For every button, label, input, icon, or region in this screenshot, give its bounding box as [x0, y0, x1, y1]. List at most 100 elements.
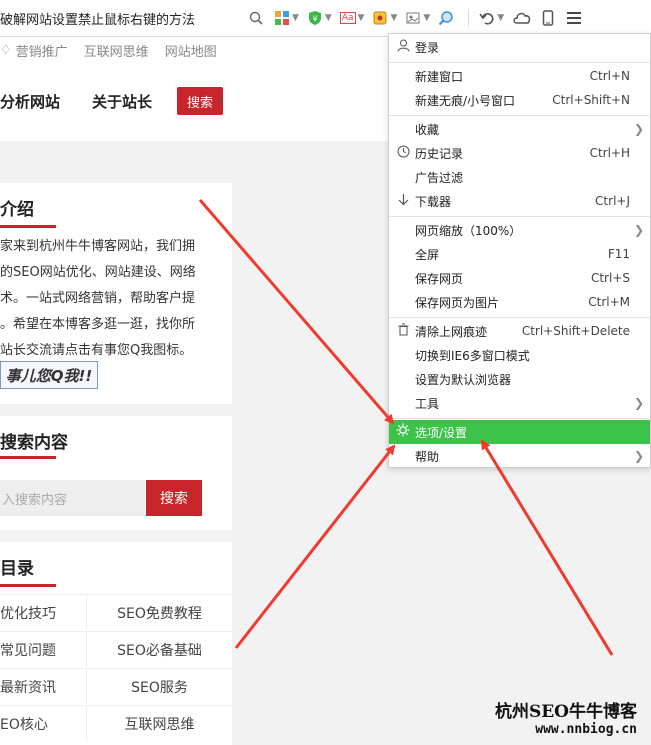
clock-icon [395, 145, 411, 162]
menu-icon[interactable] [566, 0, 582, 36]
nav-link[interactable]: 分析网站 [0, 91, 60, 112]
browser-main-menu: 登录 新建窗口 Ctrl+N 新建无痕/小号窗口 Ctrl+Shift+N 收藏… [388, 33, 651, 468]
phone-icon[interactable] [542, 0, 554, 36]
chevron-right-icon: ❯ [633, 396, 644, 410]
chevron-right-icon: ❯ [633, 122, 644, 136]
menu-item-save-page[interactable]: 保存网页 Ctrl+S [389, 266, 650, 290]
chevron-down-icon[interactable]: ▼ [358, 13, 365, 23]
menu-shortcut: Ctrl+M [588, 295, 630, 309]
menu-item-label: 新建窗口 [415, 69, 464, 84]
menu-item-label: 设置为默认浏览器 [415, 372, 512, 387]
annotation-arrow [480, 439, 614, 656]
nav-link[interactable]: 关于站长 [92, 91, 152, 112]
menu-shortcut: Ctrl+Shift+Delete [521, 324, 630, 338]
menu-item-tools[interactable]: 工具 ❯ [389, 391, 650, 415]
catalog-cell[interactable]: SEO免费教程 [87, 594, 232, 630]
menu-item-label: 清除上网痕迹 [415, 324, 488, 339]
menu-item-help[interactable]: 帮助 ❯ [389, 444, 650, 468]
menu-item-label: 工具 [415, 396, 440, 411]
chevron-down-icon[interactable]: ▼ [423, 13, 430, 23]
watermark: 杭州SEO牛牛博客 www.nnbiog.cn [495, 697, 637, 737]
chevron-down-icon[interactable]: ▼ [292, 13, 299, 23]
menu-item-label: 切换到IE6多窗口模式 [415, 348, 530, 363]
menu-divider [389, 115, 650, 116]
nav-search-button[interactable]: 搜索 [177, 87, 223, 115]
catalog-cell[interactable]: 互联网思维 [87, 705, 232, 741]
menu-item-label: 新建无痕/小号窗口 [415, 93, 516, 108]
menu-item-label: 下载器 [415, 194, 452, 209]
cloud-icon[interactable] [512, 0, 532, 36]
menu-item-history[interactable]: 历史记录 Ctrl+H [389, 141, 650, 165]
menu-item-favorites[interactable]: 收藏 ❯ [389, 117, 650, 141]
title-underline [0, 456, 56, 459]
chevron-down-icon[interactable]: ▼ [497, 13, 504, 23]
address-bar[interactable]: 破解网站设置禁止鼠标右键的方法 [0, 0, 246, 36]
menu-divider [389, 317, 650, 318]
search-card: 搜索内容 入搜索内容 搜索 [0, 416, 232, 530]
search-icon[interactable] [246, 0, 266, 36]
menu-item-label: 登录 [415, 40, 440, 55]
bookmark-item[interactable]: 互联网思维 [84, 41, 149, 60]
bookmark-item[interactable]: 营销推广 [16, 41, 68, 60]
menu-item-login[interactable]: 登录 [389, 35, 650, 59]
menu-shortcut: F11 [607, 247, 630, 261]
annotation-arrow [234, 444, 396, 649]
bookmark-item[interactable]: 网站地图 [165, 41, 217, 60]
menu-item-ad-filter[interactable]: 广告过滤 [389, 165, 650, 189]
bookmark-folder-icon: ♢ [0, 42, 12, 58]
search-button[interactable]: 搜索 [146, 480, 202, 516]
menu-shortcut: Ctrl+Shift+N [552, 93, 630, 107]
watermark-title: 杭州SEO牛牛博客 [494, 702, 637, 722]
menu-item-label: 历史记录 [415, 146, 464, 161]
menu-item-ie6-mode[interactable]: 切换到IE6多窗口模式 [389, 343, 650, 367]
chevron-down-icon[interactable]: ▼ [390, 13, 397, 23]
svg-text:¥: ¥ [312, 15, 317, 24]
menu-item-set-default-browser[interactable]: 设置为默认浏览器 [389, 367, 650, 391]
intro-line: 家来到杭州牛牛博客网站，我们拥 [0, 239, 196, 254]
shield-icon[interactable]: ¥ [307, 0, 323, 36]
intro-line: 。希望在本博客多逛一逛，找你所 [0, 317, 196, 332]
address-text: 破解网站设置禁止鼠标右键的方法 [0, 12, 196, 28]
browser-toolbar: 破解网站设置禁止鼠标右键的方法 ▼ ¥ ▼ Aa ▼ ▼ ▼ ▼ [0, 0, 651, 37]
screenshot-icon[interactable] [405, 0, 421, 36]
menu-item-options-settings[interactable]: 选项/设置 [389, 420, 650, 444]
catalog-cell[interactable]: EO核心 [0, 705, 87, 741]
catalog-cell[interactable]: 优化技巧 [0, 594, 87, 630]
menu-item-label: 选项/设置 [415, 425, 468, 440]
catalog-cell[interactable]: SEO必备基础 [87, 631, 232, 667]
extension-icon[interactable] [372, 0, 388, 36]
catalog-card: 目录 优化技巧 SEO免费教程 常见问题 SEO必备基础 最新资讯 SEO服务 … [0, 542, 232, 745]
chevron-down-icon[interactable]: ▼ [325, 13, 332, 23]
menu-shortcut: Ctrl+S [590, 271, 630, 285]
menu-item-zoom[interactable]: 网页缩放（100%） ❯ [389, 218, 650, 242]
title-underline [0, 225, 56, 228]
user-icon [395, 39, 411, 56]
intro-line: 的SEO网站优化、网站建设、网络 [0, 265, 196, 280]
menu-item-label: 广告过滤 [415, 170, 464, 185]
undo-icon[interactable] [479, 0, 495, 36]
menu-shortcut: Ctrl+J [595, 194, 630, 208]
zoom-icon[interactable] [438, 0, 454, 36]
intro-title: 介绍 [0, 200, 34, 220]
search-title: 搜索内容 [0, 433, 68, 453]
menu-item-label: 保存网页 [415, 271, 464, 286]
intro-text: 家来到杭州牛牛博客网站，我们拥 的SEO网站优化、网站建设、网络 术。一站式网络… [0, 234, 232, 364]
catalog-cell[interactable]: 最新资讯 [0, 668, 87, 704]
menu-item-save-as-image[interactable]: 保存网页为图片 Ctrl+M [389, 290, 650, 314]
menu-item-incognito-window[interactable]: 新建无痕/小号窗口 Ctrl+Shift+N [389, 88, 650, 112]
menu-item-fullscreen[interactable]: 全屏 F11 [389, 242, 650, 266]
translate-icon[interactable]: Aa [339, 0, 356, 36]
menu-item-downloader[interactable]: 下载器 Ctrl+J [389, 189, 650, 213]
menu-item-clear-traces[interactable]: 清除上网痕迹 Ctrl+Shift+Delete [389, 319, 650, 343]
menu-item-new-window[interactable]: 新建窗口 Ctrl+N [389, 64, 650, 88]
title-underline [0, 584, 56, 587]
qq-contact-button[interactable]: 事儿您Q我!! [0, 361, 98, 389]
catalog-cell[interactable]: SEO服务 [87, 668, 232, 704]
search-input[interactable]: 入搜索内容 [0, 480, 145, 516]
menu-divider [389, 216, 650, 217]
menu-item-label: 网页缩放（100%） [415, 223, 522, 238]
catalog-cell[interactable]: 常见问题 [0, 631, 87, 667]
watermark-url: www.nnbiog.cn [535, 722, 637, 737]
translate-label: Aa [339, 12, 356, 24]
apps-icon[interactable] [274, 0, 290, 36]
